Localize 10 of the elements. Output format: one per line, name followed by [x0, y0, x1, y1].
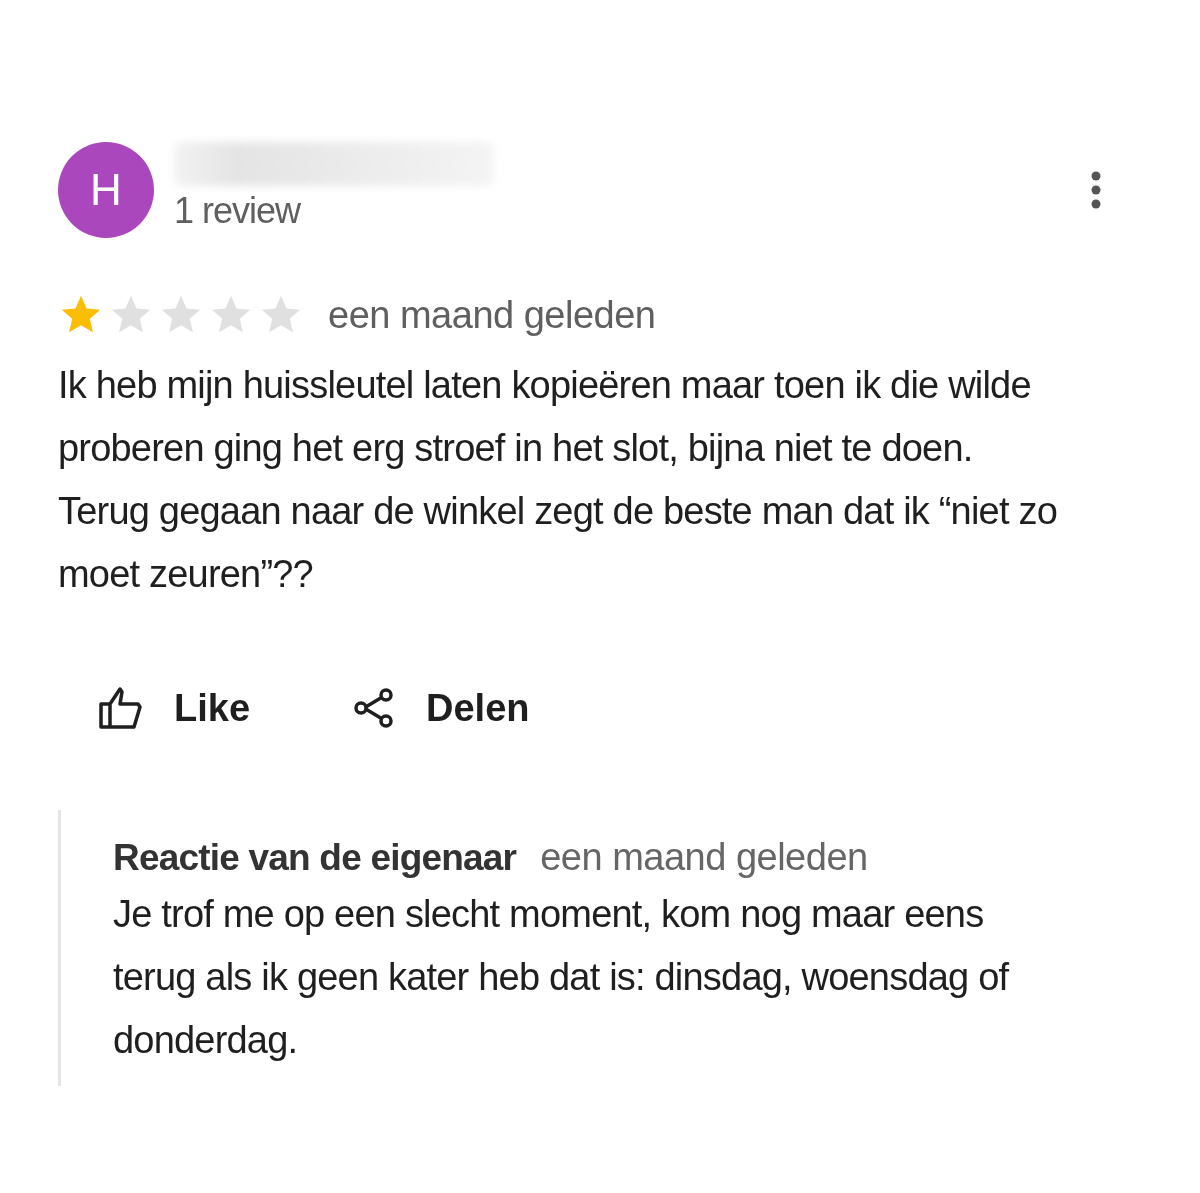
review-text: Ik heb mijn huissleutel laten kopieëren maar toen ik die wilde proberen ging het erg stroef in het slot, bijna niet te doen. Terug gegaan naar de winkel zegt de beste man dat ik “niet zo moet zeuren”??	[58, 363, 1058, 597]
owner-reply-time: een maand geleden	[540, 836, 868, 879]
share-button[interactable]: Delen	[350, 686, 530, 730]
review-time: een maand geleden	[328, 293, 656, 337]
review-count: 1 review	[174, 190, 302, 232]
avatar-letter: H	[90, 165, 122, 215]
more-options-icon[interactable]	[1090, 170, 1102, 210]
owner-reply-text: Je trof me op een slecht moment, kom nog maar eens terug als ik geen kater heb dat is: dinsdag, woensdag of donderdag.	[113, 892, 1010, 1063]
like-button[interactable]: Like	[98, 686, 251, 730]
owner-reply-title: Reactie van de eigenaar	[113, 837, 517, 879]
